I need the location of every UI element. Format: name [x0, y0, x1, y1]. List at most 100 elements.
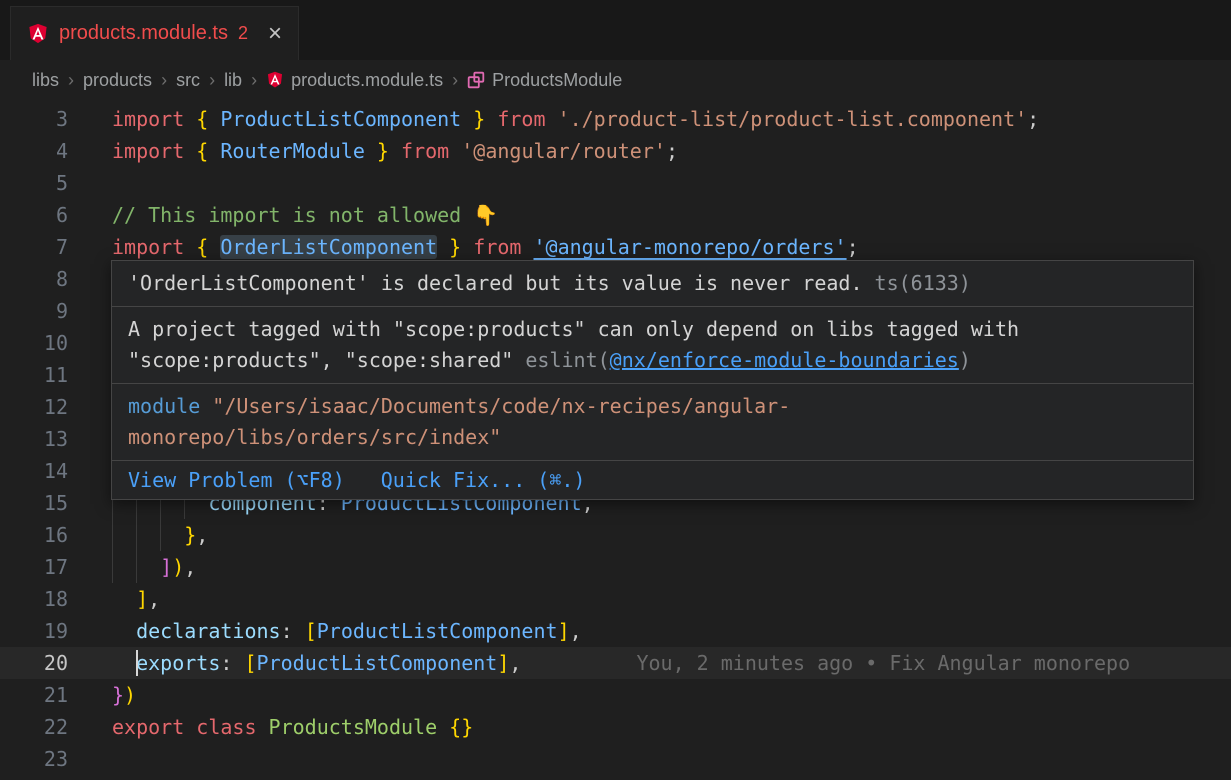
code-line[interactable]: 6// This import is not allowed 👇	[0, 199, 1231, 231]
popup-link[interactable]: @nx/enforce-module-boundaries	[610, 348, 959, 372]
line-number[interactable]: 10	[0, 327, 68, 359]
code-line[interactable]: 4import { RouterModule } from '@angular/…	[0, 135, 1231, 167]
code-content: ]),	[68, 551, 196, 583]
code-token: ,	[184, 555, 196, 579]
code-token: ]	[558, 619, 570, 643]
line-number[interactable]: 5	[0, 167, 68, 199]
line-number[interactable]: 14	[0, 455, 68, 487]
indent-guide	[136, 551, 137, 583]
code-token: import	[112, 139, 196, 163]
code-line[interactable]: 23	[0, 743, 1231, 775]
line-number[interactable]: 22	[0, 711, 68, 743]
code-token: :	[281, 619, 305, 643]
line-number[interactable]: 15	[0, 487, 68, 519]
code-token: import	[112, 107, 196, 131]
breadcrumb-label: products.module.ts	[291, 70, 443, 91]
code-content	[68, 423, 112, 455]
code-token: ]	[497, 651, 509, 675]
line-number[interactable]: 21	[0, 679, 68, 711]
code-token: export	[112, 715, 196, 739]
code-token	[112, 587, 136, 611]
code-token: {	[196, 139, 220, 163]
code-content: },	[68, 519, 208, 551]
quick-fix-action[interactable]: Quick Fix... (⌘.)	[381, 465, 586, 495]
breadcrumb-item[interactable]: src	[176, 70, 200, 91]
code-token: [	[244, 651, 256, 675]
code-line[interactable]: 3import { ProductListComponent } from '.…	[0, 103, 1231, 135]
breadcrumb-item[interactable]: lib	[224, 70, 242, 91]
code-token: declarations	[136, 619, 281, 643]
tab-title: products.module.ts	[59, 22, 228, 45]
code-line[interactable]: 5	[0, 167, 1231, 199]
code-line[interactable]: 21})	[0, 679, 1231, 711]
breadcrumb-separator: ›	[68, 70, 74, 91]
line-number[interactable]: 9	[0, 295, 68, 327]
code-token: '@angular-monorepo/orders'	[533, 235, 846, 259]
symbol-class-icon	[467, 71, 485, 89]
code-line[interactable]: 19 declarations: [ProductListComponent],	[0, 615, 1231, 647]
code-token: class	[196, 715, 268, 739]
code-token: ]	[136, 587, 148, 611]
code-content	[68, 743, 112, 775]
code-line[interactable]: 7import { OrderListComponent } from '@an…	[0, 231, 1231, 263]
line-number[interactable]: 17	[0, 551, 68, 583]
line-number[interactable]: 11	[0, 359, 68, 391]
breadcrumbs: libs›products›src›lib›products.module.ts…	[0, 60, 1231, 100]
indent-guide	[160, 519, 161, 551]
code-line[interactable]: 16 },	[0, 519, 1231, 551]
line-number[interactable]: 8	[0, 263, 68, 295]
code-line[interactable]: 18 ],	[0, 583, 1231, 615]
line-number[interactable]: 16	[0, 519, 68, 551]
code-token: ;	[1027, 107, 1039, 131]
code-token: ]	[160, 555, 172, 579]
code-content	[68, 327, 112, 359]
line-number[interactable]: 6	[0, 199, 68, 231]
angular-icon	[266, 71, 284, 89]
popup-text: 'OrderListComponent' is declared but its…	[128, 271, 863, 295]
breadcrumb-label: src	[176, 70, 200, 91]
breadcrumb-item[interactable]: ProductsModule	[467, 70, 622, 91]
line-number[interactable]: 12	[0, 391, 68, 423]
view-problem-action[interactable]: View Problem (⌥F8)	[128, 465, 345, 495]
line-number[interactable]: 3	[0, 103, 68, 135]
hover-popup: 'OrderListComponent' is declared but its…	[111, 260, 1194, 500]
line-number[interactable]: 23	[0, 743, 68, 775]
popup-text: "scope:products", "scope:shared"	[128, 348, 525, 372]
code-line[interactable]: 22 export class ProductsModule {}	[0, 711, 1231, 743]
code-token: )	[172, 555, 184, 579]
code-content: ],	[68, 583, 160, 615]
code-content: })	[68, 679, 136, 711]
code-token: // This import is not allowed	[112, 203, 473, 227]
breadcrumb-separator: ›	[251, 70, 257, 91]
tab-products-module[interactable]: products.module.ts 2 ×	[10, 6, 299, 60]
code-token: ,	[148, 587, 160, 611]
line-number[interactable]: 13	[0, 423, 68, 455]
line-number[interactable]: 18	[0, 583, 68, 615]
breadcrumb-item[interactable]: libs	[32, 70, 59, 91]
popup-text: "/Users/isaac/Documents/code/nx-recipes/…	[212, 394, 790, 418]
line-number[interactable]: 7	[0, 231, 68, 263]
line-number[interactable]: 20	[0, 647, 68, 679]
code-content: // This import is not allowed 👇	[68, 199, 498, 231]
code-token: ,	[196, 523, 208, 547]
indent-guide	[112, 551, 113, 583]
tab-close-icon[interactable]: ×	[268, 22, 282, 46]
code-line[interactable]: 20 exports: [ProductListComponent],You, …	[0, 647, 1231, 679]
code-token: OrderListComponent	[220, 235, 437, 259]
popup-line: monorepo/libs/orders/src/index"	[128, 422, 1177, 453]
line-number[interactable]: 19	[0, 615, 68, 647]
code-token: from	[389, 139, 461, 163]
breadcrumb-item[interactable]: products.module.ts	[266, 70, 443, 91]
code-token	[112, 619, 136, 643]
breadcrumb-item[interactable]: products	[83, 70, 152, 91]
breadcrumb-label: ProductsModule	[492, 70, 622, 91]
code-token: {}	[449, 715, 473, 739]
line-number[interactable]: 4	[0, 135, 68, 167]
code-line[interactable]: 17 ]),	[0, 551, 1231, 583]
code-token: ;	[666, 139, 678, 163]
code-token: ProductsModule	[269, 715, 450, 739]
breadcrumb-label: products	[83, 70, 152, 91]
code-token: :	[220, 651, 244, 675]
popup-section: 'OrderListComponent' is declared but its…	[112, 261, 1193, 307]
code-token: ProductListComponent	[317, 619, 558, 643]
